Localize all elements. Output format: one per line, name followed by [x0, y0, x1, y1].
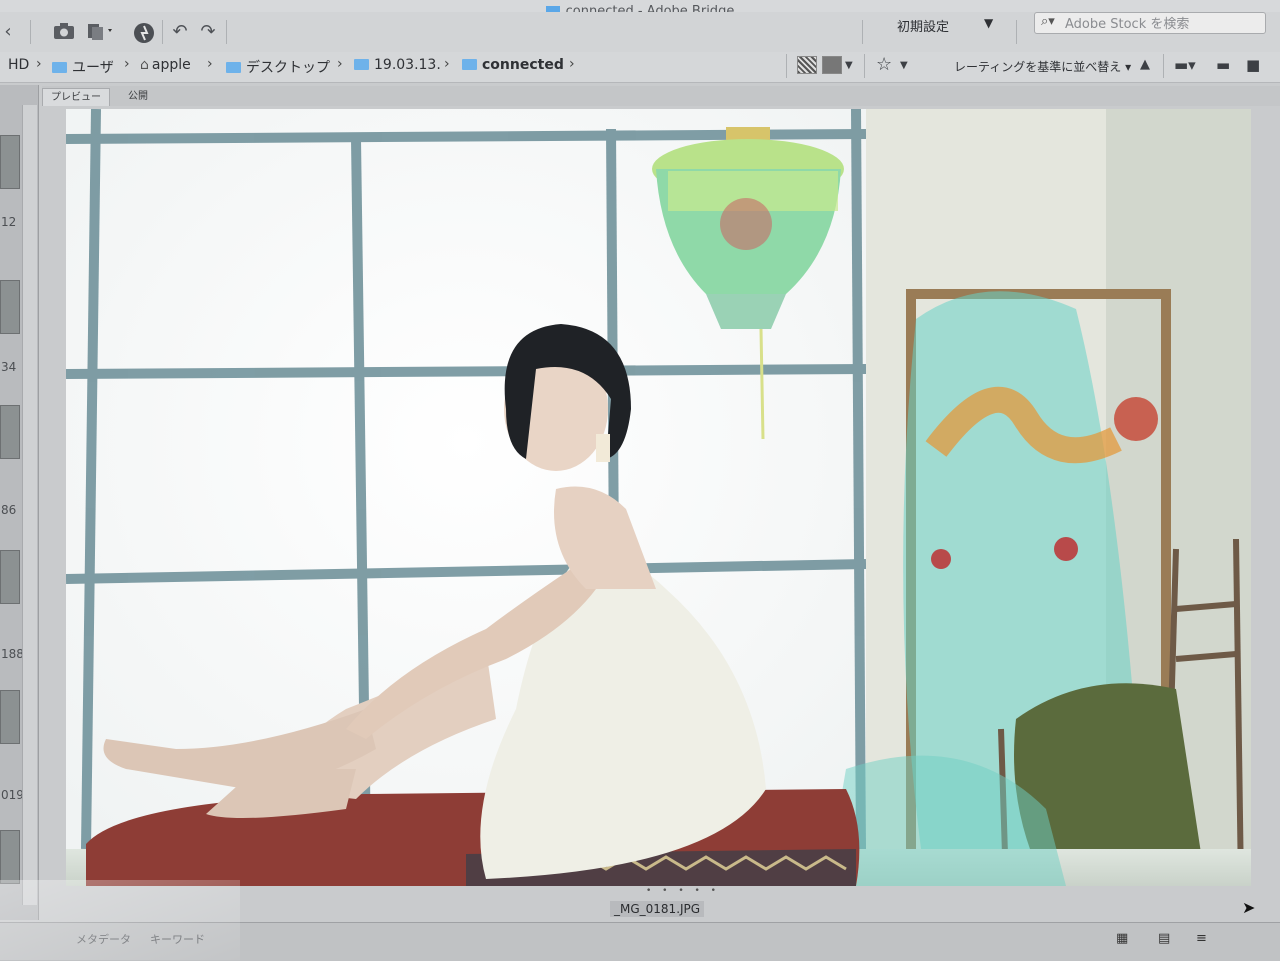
folder-icon [462, 59, 477, 70]
preview-filename: _MG_0181.JPG [610, 901, 705, 917]
home-icon: ⌂ [140, 57, 149, 73]
rotate-left-icon[interactable]: ↶ [168, 20, 192, 44]
thumbnail[interactable] [0, 690, 20, 744]
open-recent-folder-icon[interactable]: ▬▾ [1174, 56, 1196, 74]
toolbar-divider [1163, 54, 1164, 78]
chevron-down-icon[interactable]: ▼ [900, 60, 908, 71]
thumbnail[interactable] [0, 405, 20, 459]
tab-preview[interactable]: プレビュー [42, 88, 110, 106]
toolbar: ‹ ↶ ↷ 初期設定 ▼ ⌕▾ [0, 12, 1280, 53]
folder-icon [226, 62, 241, 73]
breadcrumb-date-folder[interactable]: 19.03.13. [354, 57, 441, 73]
toolbar-divider [864, 54, 865, 78]
sort-ascending-icon[interactable]: ▲ [1140, 57, 1150, 72]
breadcrumb-separator: › [337, 56, 343, 72]
thumbnail[interactable] [0, 550, 20, 604]
breadcrumb-connected[interactable]: connected [462, 57, 564, 73]
breadcrumb-apple[interactable]: ⌂ apple [140, 57, 191, 73]
list-view-icon[interactable]: ▤ [1158, 931, 1170, 946]
back-icon[interactable]: ‹ [0, 20, 20, 44]
bridge-window: connected - Adobe Bridge ‹ ↶ ↷ 初期設定 ▼ ⌕▾… [0, 0, 1280, 961]
bottom-panel: メタデータ キーワード ▦ ▤ ≡ [0, 922, 1280, 961]
breadcrumb-users[interactable]: ユーザ [52, 57, 114, 77]
preview-page-dots[interactable]: • • • • • [646, 886, 720, 896]
chevron-down-icon[interactable]: ▼ [845, 60, 853, 71]
preview-panel-tabs: プレビュー 公開 [42, 86, 1280, 106]
details-view-icon[interactable]: ≡ [1196, 931, 1207, 946]
thumbnail[interactable] [0, 135, 20, 189]
refine-icon[interactable] [132, 22, 156, 46]
folder-icon [354, 59, 369, 70]
toolbar-divider [1016, 20, 1017, 44]
toolbar-divider [162, 20, 163, 44]
camera-icon[interactable] [52, 22, 76, 46]
breadcrumb-separator: › [569, 56, 575, 72]
tab-publish[interactable]: 公開 [120, 88, 156, 105]
content-scrollbar[interactable] [22, 105, 37, 905]
toolbar-divider [862, 20, 863, 44]
thumbnail-number: 34 [1, 360, 17, 374]
thumbnail[interactable] [0, 830, 20, 884]
thumbnail-number: 12 [1, 215, 17, 229]
preview-image[interactable] [66, 109, 1251, 886]
mouse-cursor-icon: ➤ [1242, 898, 1256, 917]
preview-panel: • • • • • _MG_0181.JPG ➤ [42, 106, 1280, 920]
new-folder-icon[interactable]: ▬ [1216, 56, 1230, 74]
thumbnail-quality-button[interactable] [797, 56, 817, 74]
toolbar-divider [226, 20, 227, 44]
thumbnail[interactable] [0, 280, 20, 334]
delete-icon[interactable]: ■ [1246, 56, 1260, 74]
toolbar-divider [786, 54, 787, 78]
thumbnail-number: 188 [1, 647, 24, 661]
breadcrumb-separator: › [124, 56, 130, 72]
star-icon[interactable]: ☆ [876, 54, 892, 75]
content-panel: 12 34 86 188 0190 [0, 85, 39, 920]
window-title: connected - Adobe Bridge [565, 4, 735, 12]
preview-quality-button[interactable] [822, 56, 842, 74]
tab-keywords[interactable]: キーワード [150, 931, 205, 947]
sort-dropdown[interactable]: レーティングを基準に並べ替え ▾ [954, 58, 1131, 75]
workspace-dropdown-icon[interactable]: ▼ [984, 16, 993, 30]
search-box[interactable]: ⌕▾ [1034, 12, 1266, 34]
breadcrumb-separator: › [444, 56, 450, 72]
thumbnail-number: 86 [1, 503, 17, 517]
copy-icon[interactable] [86, 22, 112, 46]
title-bar: connected - Adobe Bridge [0, 0, 1280, 12]
toolbar-divider [30, 20, 31, 44]
rotate-right-icon[interactable]: ↷ [196, 20, 220, 44]
search-icon: ⌕▾ [1041, 14, 1055, 29]
path-bar: HD › ユーザ › ⌂ apple › デスクトップ › 19.03.13. ›… [0, 52, 1280, 83]
tab-metadata[interactable]: メタデータ [76, 931, 131, 947]
folder-icon [52, 62, 67, 73]
breadcrumb-separator: › [36, 56, 42, 72]
search-input[interactable] [1063, 14, 1262, 34]
breadcrumb-hd[interactable]: HD [8, 57, 29, 73]
workspace-label[interactable]: 初期設定 [897, 16, 949, 35]
breadcrumb-separator: › [207, 56, 213, 72]
grid-view-icon[interactable]: ▦ [1116, 931, 1128, 946]
breadcrumb-desktop[interactable]: デスクトップ [226, 57, 330, 77]
